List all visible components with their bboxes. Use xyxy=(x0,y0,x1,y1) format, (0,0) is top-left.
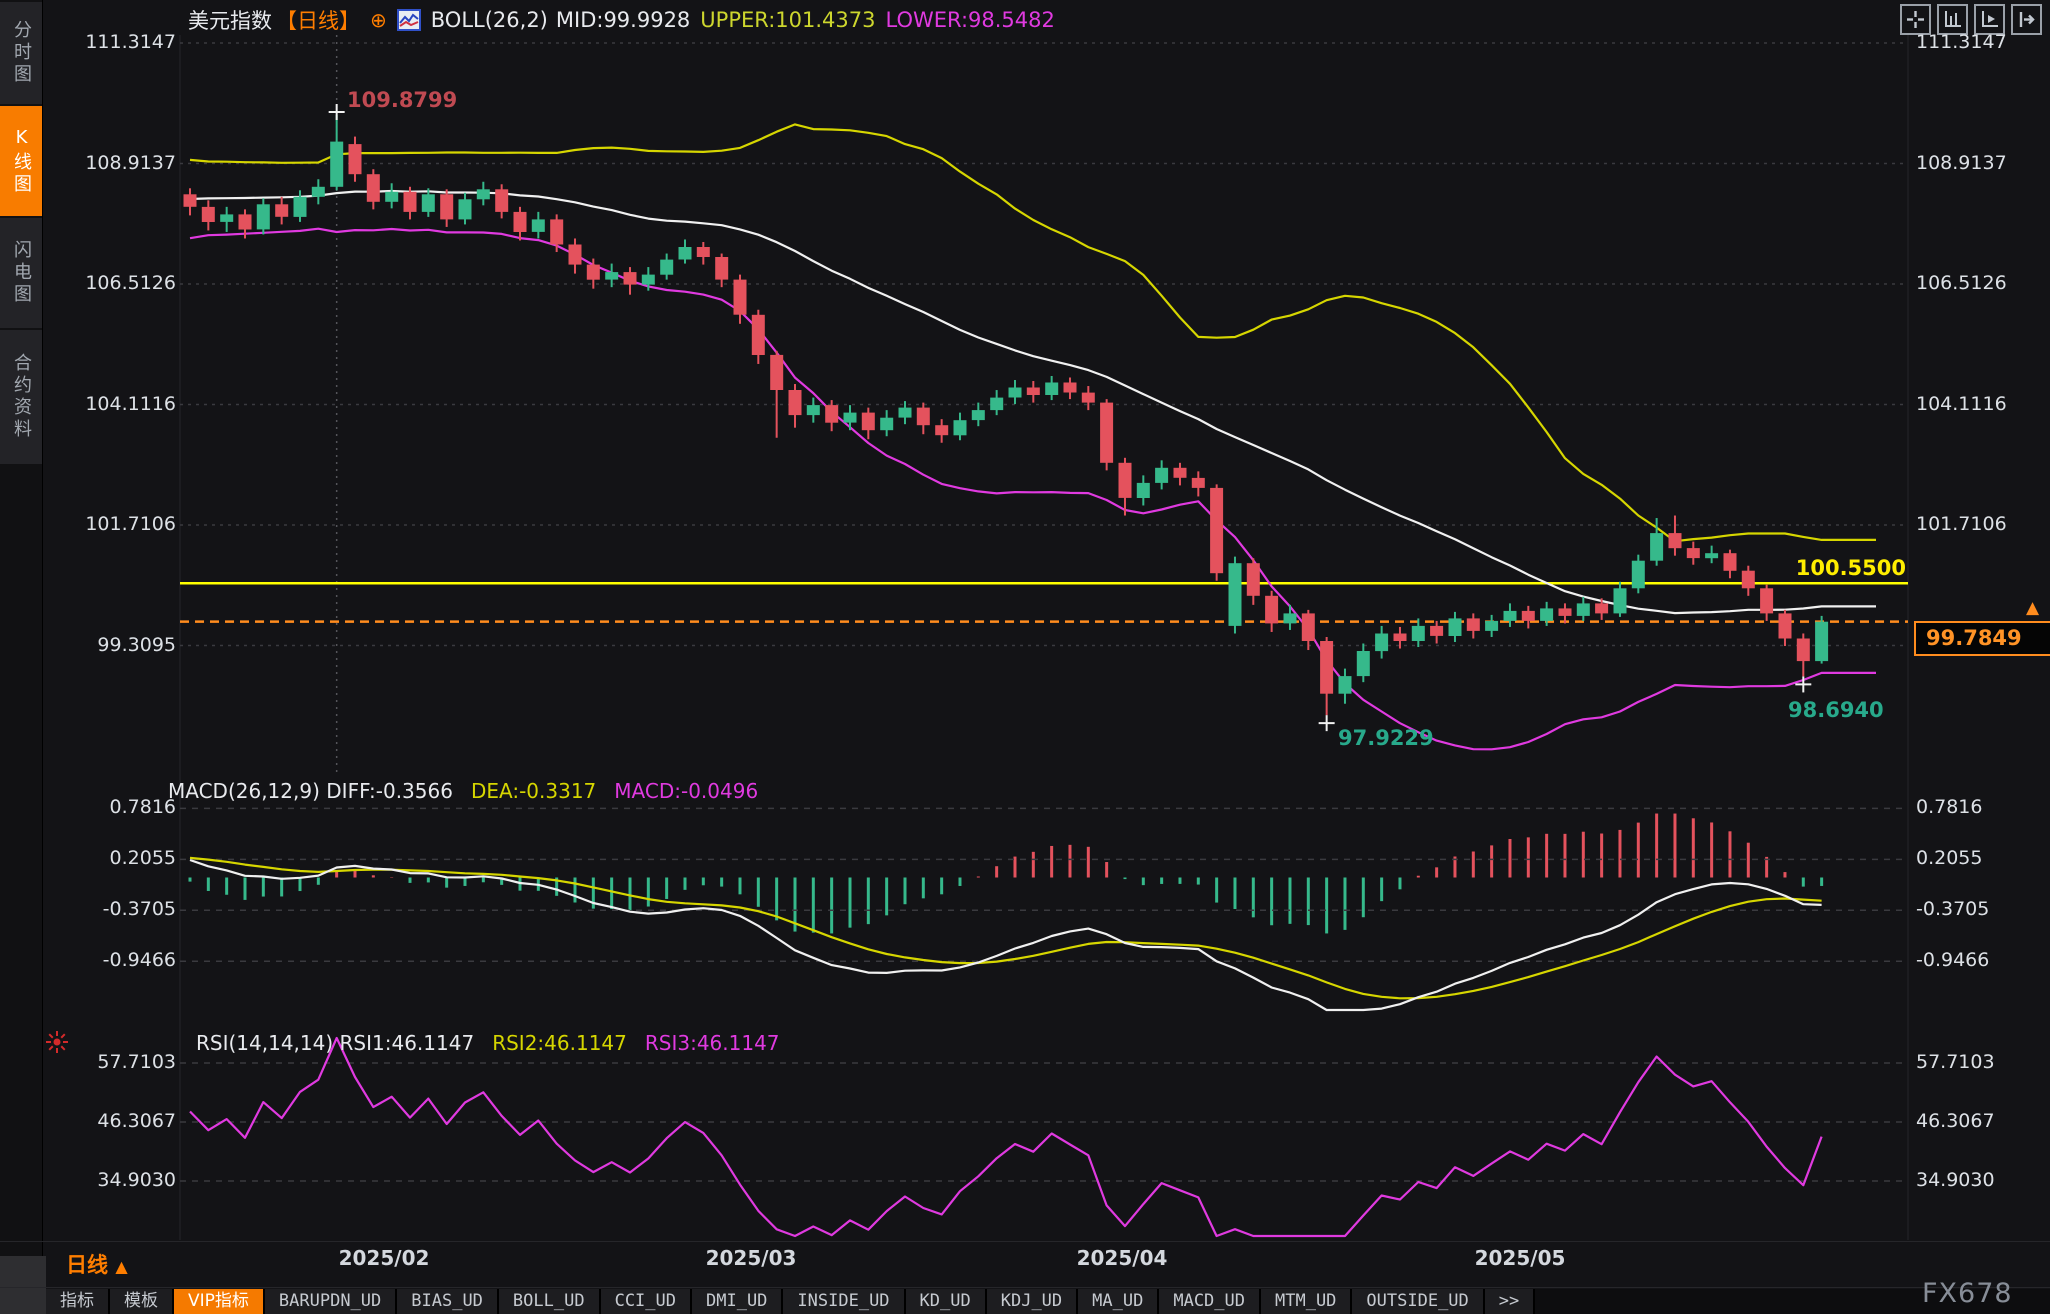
chart-canvas[interactable] xyxy=(0,0,2050,1314)
watermark: FX678 xyxy=(1922,1278,2013,1309)
rsi2-value: RSI2:46.1147 xyxy=(492,1031,627,1055)
indicator-tab[interactable]: 模板 xyxy=(110,1289,174,1314)
indicator-tab[interactable]: 指标 xyxy=(46,1289,110,1314)
sidebar: 分时图K线图闪电图合约资料 xyxy=(0,0,43,1314)
indicator-tab[interactable]: INSIDE_UD xyxy=(783,1289,905,1314)
sidebar-tab-3[interactable]: 闪电图 xyxy=(0,218,42,328)
indicator-tab[interactable]: OUTSIDE_UD xyxy=(1352,1289,1484,1314)
boll-upper: UPPER:101.4373 xyxy=(700,8,875,32)
trading-app: 分时图K线图闪电图合约资料 美元指数 【日线】 ⊕ BOLL(26,2) MID… xyxy=(0,0,2050,1314)
chevron-up-icon: ▲ xyxy=(115,1257,127,1276)
rsi-header: RSI(14,14,14) RSI1:46.1147 RSI2:46.1147 … xyxy=(196,1031,780,1055)
indicator-tab[interactable]: >> xyxy=(1485,1289,1535,1314)
boll-lower: LOWER:98.5482 xyxy=(886,8,1055,32)
axis-pointer-icon[interactable] xyxy=(1974,4,2005,35)
bottom-left-corner-block xyxy=(0,1256,46,1314)
indicator-tab[interactable]: KDJ_UD xyxy=(987,1289,1078,1314)
chart-header: 美元指数 【日线】 ⊕ BOLL(26,2) MID:99.9928 UPPER… xyxy=(188,6,1055,34)
indicator-tab[interactable]: MACD_UD xyxy=(1159,1289,1261,1314)
boll-mid: MID:99.9928 xyxy=(556,8,690,32)
separator-above-tabbar xyxy=(0,1287,2050,1288)
indicator-tab[interactable]: MTM_UD xyxy=(1261,1289,1352,1314)
macd-dea-value: DEA:-0.3317 xyxy=(471,779,596,803)
sidebar-tab-2[interactable]: K线图 xyxy=(0,106,42,216)
indicator-tab[interactable]: BIAS_UD xyxy=(397,1289,499,1314)
axis-bars-icon[interactable] xyxy=(1937,4,1968,35)
indicator-tab[interactable]: MA_UD xyxy=(1078,1289,1159,1314)
indicator-tab[interactable]: CCI_UD xyxy=(601,1289,692,1314)
macd-name-and-diff: MACD(26,12,9) DIFF:-0.3566 xyxy=(168,779,453,803)
sidebar-tab-1[interactable]: 分时图 xyxy=(0,2,42,104)
exit-right-icon[interactable] xyxy=(2011,4,2042,35)
symbol-title: 美元指数 xyxy=(188,5,272,35)
rsi3-value: RSI3:46.1147 xyxy=(645,1031,780,1055)
indicator-tab[interactable]: VIP指标 xyxy=(174,1289,265,1314)
crosshair-icon[interactable] xyxy=(1900,4,1931,35)
mini-chart-icon[interactable] xyxy=(397,9,421,31)
period-tag[interactable]: 【日线】 xyxy=(276,5,360,35)
indicator-tab[interactable]: BARUPDN_UD xyxy=(265,1289,397,1314)
macd-value: MACD:-0.0496 xyxy=(614,779,758,803)
circle-plus-icon[interactable]: ⊕ xyxy=(370,8,387,32)
boll-name: BOLL(26,2) xyxy=(431,8,548,32)
macd-header: MACD(26,12,9) DIFF:-0.3566 DEA:-0.3317 M… xyxy=(168,779,758,803)
separator-above-dates xyxy=(0,1241,2050,1242)
indicator-tabbar: 指标模板VIP指标BARUPDN_UDBIAS_UDBOLL_UDCCI_UDD… xyxy=(46,1289,2050,1314)
current-price-box: 99.7849 xyxy=(1914,621,2050,656)
period-selector[interactable]: 日线 ▲ xyxy=(66,1249,128,1279)
rsi-name-and-rsi1: RSI(14,14,14) RSI1:46.1147 xyxy=(196,1031,474,1055)
price-marker-arrow-icon: ▲ xyxy=(2026,598,2039,618)
indicator-tab[interactable]: KD_UD xyxy=(906,1289,987,1314)
chart-toolbar xyxy=(1900,4,2042,35)
indicator-tab[interactable]: BOLL_UD xyxy=(499,1289,601,1314)
indicator-tab[interactable]: DMI_UD xyxy=(692,1289,783,1314)
sidebar-tab-4[interactable]: 合约资料 xyxy=(0,330,42,464)
